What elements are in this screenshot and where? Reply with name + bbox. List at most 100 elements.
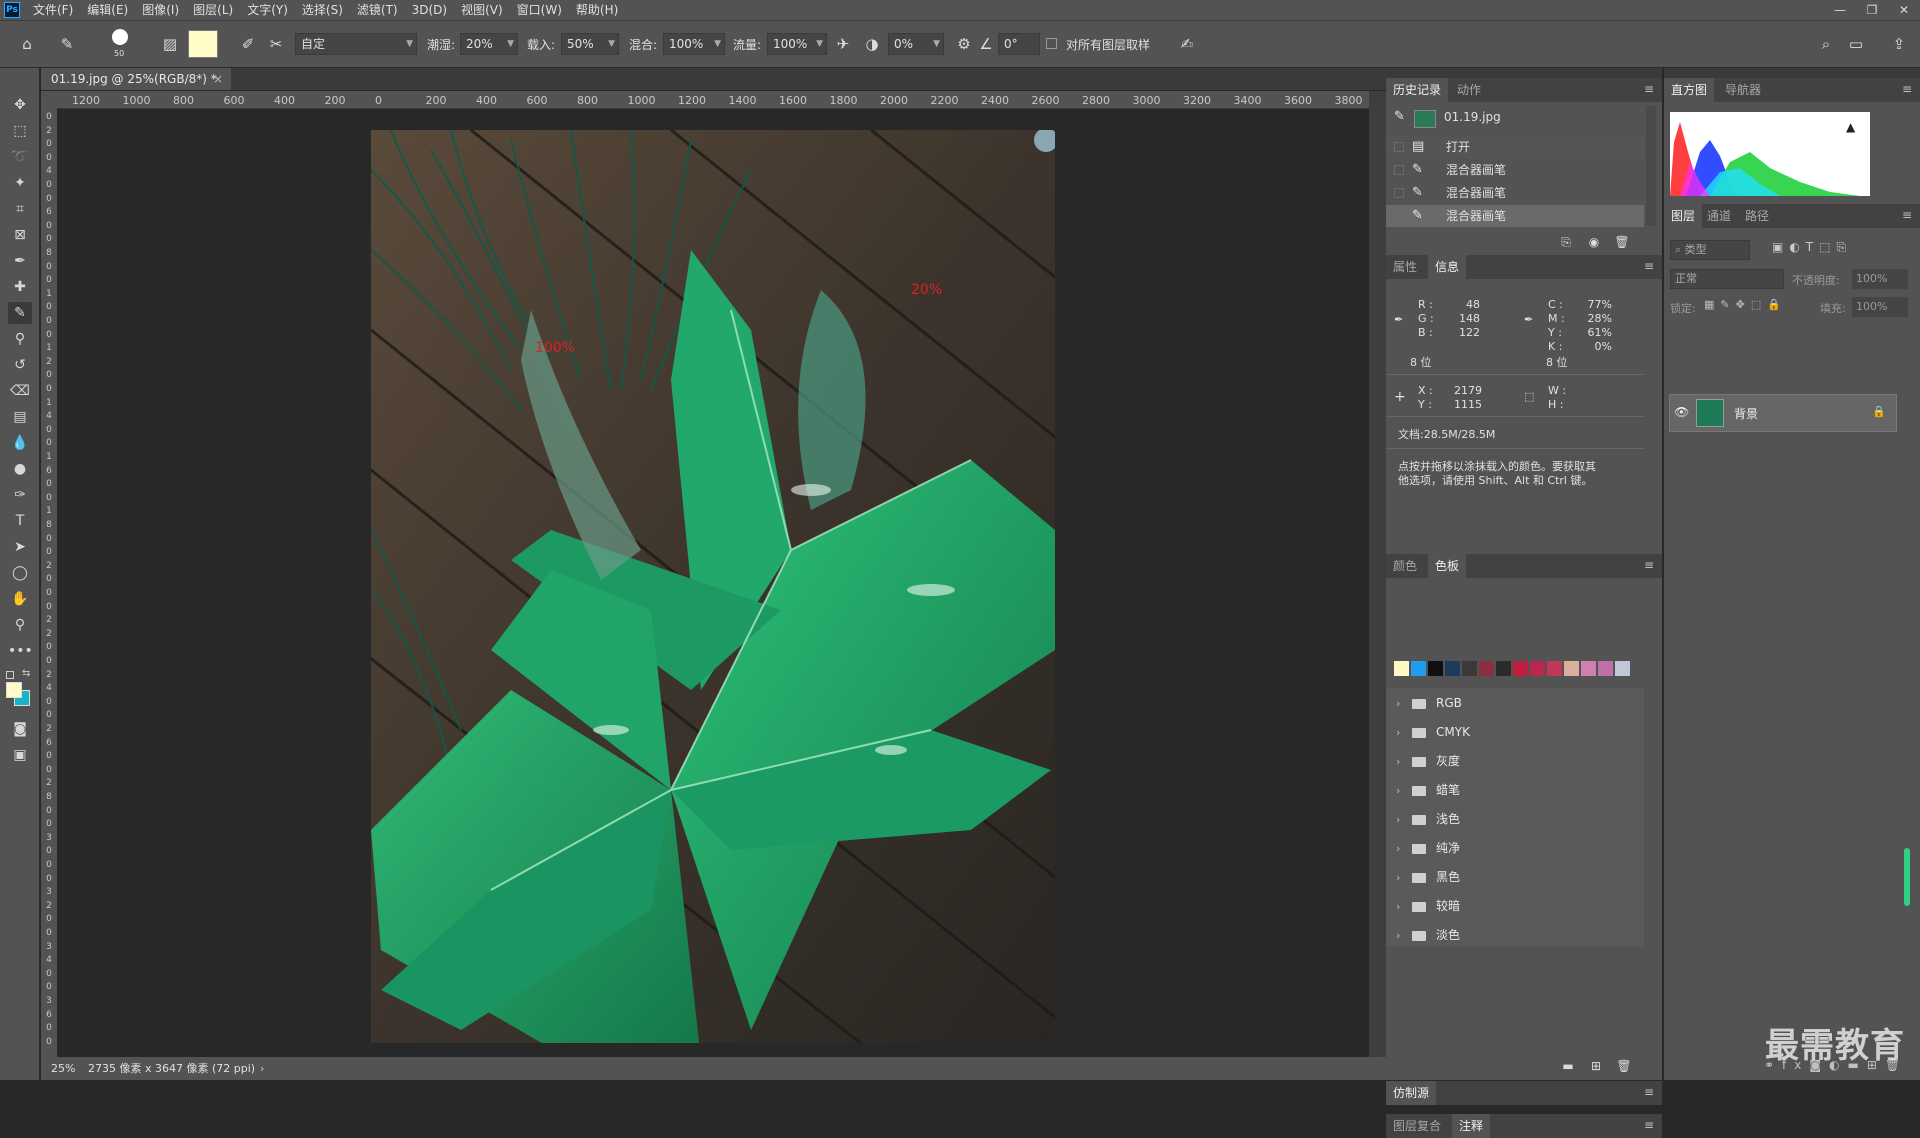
warning-icon[interactable]: ▲ <box>1846 120 1855 134</box>
canvas-scrollbar[interactable] <box>1369 91 1386 1057</box>
visibility-eye-icon[interactable]: 👁 <box>1674 405 1689 419</box>
zoom-tool-icon[interactable]: ⚲ <box>8 614 32 636</box>
screen-mode-icon[interactable]: ▣ <box>8 744 32 766</box>
layer-filter-icons[interactable]: ▣◐T⬚⎘ <box>1772 240 1852 255</box>
search-icon[interactable]: ⌕ <box>1815 34 1837 54</box>
menu-type[interactable]: 文字(Y) <box>240 0 295 20</box>
tab-info[interactable]: 信息 <box>1428 255 1467 279</box>
history-item-current[interactable]: ✎ 混合器画笔 <box>1386 205 1644 227</box>
menu-help[interactable]: 帮助(H) <box>569 0 625 20</box>
swatch-group[interactable]: › CMYK <box>1386 718 1644 747</box>
menu-3d[interactable]: 3D(D) <box>405 0 454 20</box>
mix-input[interactable]: 100% ▼ <box>663 33 725 55</box>
tab-properties[interactable]: 属性 <box>1386 255 1424 279</box>
mixer-brush-icon[interactable]: ✎ <box>56 34 78 54</box>
color-swatch[interactable] <box>1513 661 1528 676</box>
panel-menu-icon[interactable]: ≡ <box>1644 259 1654 273</box>
status-arrow-icon[interactable]: › <box>260 1057 264 1080</box>
new-group-folder-icon[interactable]: ▬ <box>1558 1056 1578 1076</box>
panel-menu-icon[interactable]: ≡ <box>1644 558 1654 572</box>
swatch-group[interactable]: › RGB <box>1386 689 1644 718</box>
color-swatch[interactable] <box>1462 661 1477 676</box>
new-document-from-state-icon[interactable]: ⎘ <box>1556 232 1576 252</box>
tab-histogram[interactable]: 直方图 <box>1664 78 1715 102</box>
restore-icon[interactable]: ❐ <box>1856 0 1888 20</box>
history-item[interactable]: ✎ 混合器画笔 <box>1386 182 1644 204</box>
scroll-indicator[interactable] <box>1904 848 1910 906</box>
history-item[interactable]: ✎ 混合器画笔 <box>1386 159 1644 181</box>
menu-filter[interactable]: 滤镜(T) <box>350 0 405 20</box>
fill-input[interactable]: 100% <box>1852 297 1908 317</box>
lasso-tool-icon[interactable]: ➰ <box>8 146 32 168</box>
blur-tool-icon[interactable]: 💧 <box>8 432 32 454</box>
panel-menu-icon[interactable]: ≡ <box>1644 1085 1654 1099</box>
color-swatch[interactable] <box>1598 661 1613 676</box>
dodge-tool-icon[interactable]: ● <box>8 458 32 480</box>
stamp-tool-icon[interactable]: ⚲ <box>8 328 32 350</box>
pen-tool-icon[interactable]: ✑ <box>8 484 32 506</box>
zoom-level[interactable]: 25% <box>51 1057 75 1080</box>
opacity-input[interactable]: 100% <box>1852 269 1908 289</box>
crop-tool-icon[interactable]: ⌗ <box>8 198 32 220</box>
angle-input[interactable]: 0° <box>998 33 1040 55</box>
color-swatch[interactable] <box>1411 661 1426 676</box>
swatch-group[interactable]: › 较暗 <box>1386 892 1644 921</box>
load-input[interactable]: 50% ▼ <box>561 33 619 55</box>
workspace-icon[interactable]: ▭ <box>1845 34 1867 54</box>
tab-swatches[interactable]: 色板 <box>1428 554 1467 578</box>
brush-settings-icon[interactable]: ▨ <box>160 34 180 54</box>
lock-icon[interactable]: 🔒 <box>1872 405 1886 418</box>
color-swatch[interactable] <box>1445 661 1460 676</box>
smoothing-settings-icon[interactable]: ⚙ <box>954 34 974 54</box>
frame-tool-icon[interactable]: ⊠ <box>8 224 32 246</box>
tab-layer-comps[interactable]: 图层复合 <box>1386 1114 1448 1138</box>
panel-menu-icon[interactable]: ≡ <box>1644 82 1654 96</box>
angle-icon[interactable]: ∠ <box>976 34 996 54</box>
airbrush-icon[interactable]: ✈ <box>833 34 853 54</box>
mixer-brush-tool-icon[interactable]: ✎ <box>8 302 32 324</box>
layer-row-background[interactable]: 👁 背景 🔒 <box>1669 394 1897 432</box>
healing-brush-icon[interactable]: ✚ <box>8 276 32 298</box>
menu-layer[interactable]: 图层(L) <box>186 0 240 20</box>
swatch-group[interactable]: › 淡色 <box>1386 921 1644 950</box>
preset-select[interactable]: 自定 ▼ <box>295 33 417 55</box>
pressure-icon[interactable]: ✍ <box>1177 34 1197 54</box>
quick-mask-icon[interactable]: ◙ <box>8 718 32 740</box>
panel-menu-icon[interactable]: ≡ <box>1902 208 1912 222</box>
current-load-swatch[interactable] <box>188 30 218 58</box>
document-size-info[interactable]: 2735 像素 x 3647 像素 (72 ppi) <box>88 1057 255 1080</box>
layer-filter-select[interactable]: ⌕ 类型 <box>1670 240 1750 260</box>
tab-clone-source[interactable]: 仿制源 <box>1386 1081 1437 1105</box>
history-item[interactable]: ▤ 打开 <box>1386 136 1644 158</box>
document-tab[interactable]: 01.19.jpg @ 25%(RGB/8*) * × <box>41 68 231 90</box>
foreground-color-swatch[interactable] <box>6 682 22 698</box>
gradient-icon[interactable]: ▤ <box>8 406 32 428</box>
marquee-tool-icon[interactable]: ⬚ <box>8 120 32 142</box>
cmyk-eyedropper-icon[interactable]: ✒ <box>1524 313 1533 327</box>
menu-view[interactable]: 视图(V) <box>454 0 510 20</box>
type-tool-icon[interactable]: T <box>8 510 32 532</box>
more-tools-icon[interactable]: ••• <box>8 640 33 662</box>
smoothing-input[interactable]: 0% ▼ <box>888 33 944 55</box>
wet-input[interactable]: 20% ▼ <box>460 33 518 55</box>
minimize-icon[interactable]: — <box>1824 0 1856 20</box>
eraser-icon[interactable]: ⌫ <box>8 380 32 402</box>
panel-menu-icon[interactable]: ≡ <box>1644 1118 1654 1132</box>
menu-image[interactable]: 图像(I) <box>135 0 186 20</box>
tab-history[interactable]: 历史记录 <box>1386 78 1449 102</box>
path-select-icon[interactable]: ➤ <box>8 536 32 558</box>
rgb-eyedropper-icon[interactable]: ✒ <box>1394 313 1403 327</box>
share-icon[interactable]: ⇪ <box>1888 34 1910 54</box>
tab-layers[interactable]: 图层 <box>1664 204 1703 228</box>
color-swatch[interactable] <box>1615 661 1630 676</box>
smoothing-icon[interactable]: ◑ <box>862 34 882 54</box>
flow-input[interactable]: 100% ▼ <box>767 33 827 55</box>
color-swatch[interactable] <box>1530 661 1545 676</box>
menu-file[interactable]: 文件(F) <box>26 0 80 20</box>
tab-color[interactable]: 颜色 <box>1386 554 1424 578</box>
color-swatch[interactable] <box>1428 661 1443 676</box>
tab-notes[interactable]: 注释 <box>1452 1114 1491 1138</box>
document-image[interactable]: 100% 20% <box>371 130 1055 1043</box>
history-scrollbar[interactable] <box>1646 106 1656 226</box>
default-colors-icon[interactable] <box>6 671 14 679</box>
